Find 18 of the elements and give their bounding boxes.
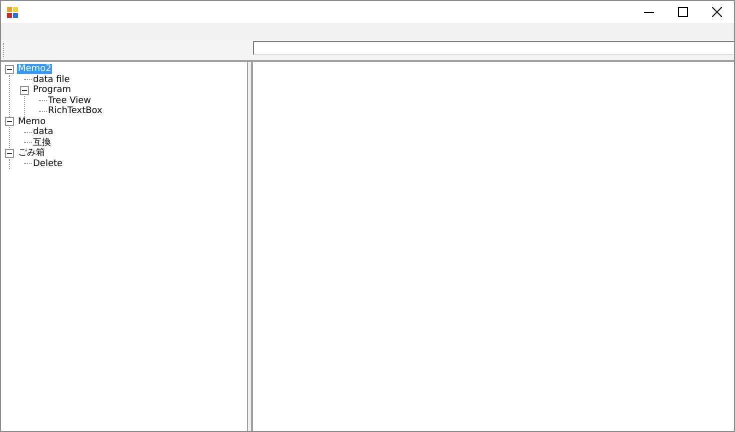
maximize-icon — [678, 7, 688, 17]
text-field[interactable] — [253, 41, 734, 55]
tree-item[interactable]: Program — [32, 85, 72, 96]
collapse-icon[interactable] — [5, 117, 14, 126]
collapse-icon[interactable] — [5, 64, 14, 74]
tree-item[interactable]: ごみ箱 — [17, 148, 46, 158]
tree-item[interactable]: Delete — [32, 158, 64, 169]
close-icon — [712, 7, 722, 17]
collapse-icon[interactable] — [5, 148, 14, 158]
tree-item[interactable]: data file — [32, 74, 71, 85]
tree-item[interactable]: data — [32, 127, 54, 138]
toolbar-grip[interactable] — [3, 43, 6, 57]
app-icon — [7, 6, 18, 18]
collapse-icon[interactable] — [20, 86, 29, 95]
tree-item[interactable]: RichTextBox — [47, 106, 104, 116]
tree-item[interactable]: Tree View — [47, 96, 92, 106]
tree-item[interactable]: 互換 — [32, 138, 52, 148]
tree-item[interactable]: Memo — [17, 116, 47, 127]
